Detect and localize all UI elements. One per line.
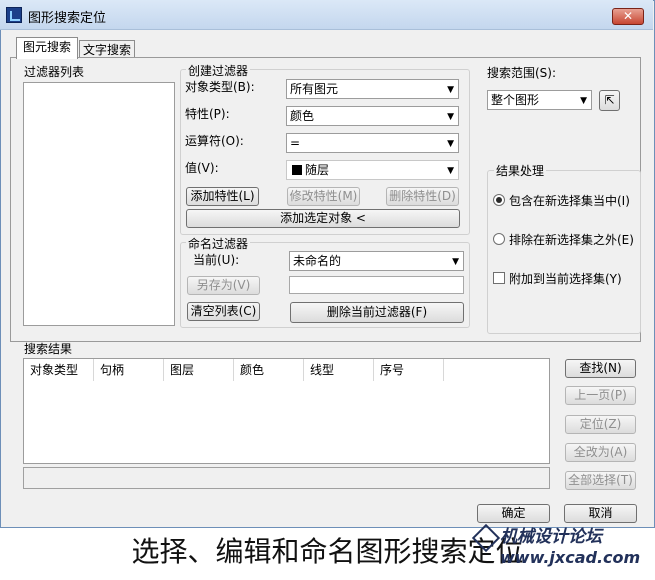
search-scope-label: 搜索范围(S): (487, 66, 557, 80)
value-dropdown[interactable]: 随层 ▼ (286, 160, 459, 180)
exclude-from-selection-radio[interactable] (493, 233, 505, 245)
previous-page-button[interactable]: 上一页(P) (565, 386, 636, 405)
operator-value: = (290, 136, 301, 150)
select-all-button[interactable]: 全部选择(T) (565, 471, 636, 490)
column-header[interactable]: 图层 (164, 359, 234, 381)
tab-element-search[interactable]: 图元搜索 (16, 37, 78, 59)
chevron-down-icon: ▼ (580, 96, 587, 106)
value-label: 值(V): (185, 161, 219, 175)
append-to-selection-label: 附加到当前选择集(Y) (509, 272, 622, 286)
object-type-dropdown[interactable]: 所有图元 ▼ (286, 79, 459, 99)
select-objects-button[interactable]: ⇱ (599, 90, 620, 111)
chevron-down-icon: ▼ (447, 85, 454, 95)
window-title: 图形搜索定位 (28, 11, 107, 26)
property-label: 特性(P): (185, 107, 230, 121)
status-field (23, 467, 550, 489)
delete-current-filter-button[interactable]: 删除当前过滤器(F) (290, 302, 464, 323)
clear-list-button[interactable]: 清空列表(C) (187, 302, 260, 321)
chevron-down-icon: ▼ (447, 112, 454, 122)
chevron-down-icon: ▼ (447, 139, 454, 149)
current-filter-dropdown[interactable]: 未命名的 ▼ (289, 251, 464, 271)
operator-dropdown[interactable]: = ▼ (286, 133, 459, 153)
property-value: 颜色 (290, 109, 315, 123)
filter-list-label: 过滤器列表 (24, 65, 85, 79)
watermark-name: 机械设计论坛 (500, 527, 602, 547)
modify-property-button[interactable]: 修改特性(M) (287, 187, 360, 206)
app-icon (6, 7, 22, 23)
property-dropdown[interactable]: 颜色 ▼ (286, 106, 459, 126)
object-type-label: 对象类型(B): (185, 80, 255, 94)
locate-button[interactable]: 定位(Z) (565, 415, 636, 434)
value-value: 随层 (305, 163, 330, 177)
operator-label: 运算符(O): (185, 134, 244, 148)
include-in-selection-label: 包含在新选择集当中(I) (509, 194, 630, 208)
cancel-button[interactable]: 取消 (564, 504, 637, 523)
chevron-down-icon: ▼ (447, 166, 454, 176)
current-filter-value: 未命名的 (293, 254, 342, 268)
save-as-button[interactable]: 另存为(V) (187, 276, 260, 295)
add-property-button[interactable]: 添加特性(L) (186, 187, 259, 206)
column-header[interactable]: 颜色 (234, 359, 304, 381)
append-to-selection-checkbox[interactable] (493, 272, 505, 284)
exclude-from-selection-label: 排除在新选择集之外(E) (509, 233, 634, 247)
result-handling-title: 结果处理 (494, 162, 547, 179)
chevron-down-icon: ▼ (452, 257, 459, 267)
filter-list[interactable] (23, 82, 175, 326)
column-header[interactable]: 句柄 (94, 359, 164, 381)
replace-all-button[interactable]: 全改为(A) (565, 443, 636, 462)
column-header[interactable]: 序号 (374, 359, 444, 381)
find-button[interactable]: 查找(N) (565, 359, 636, 378)
current-filter-label: 当前(U): (193, 253, 240, 267)
cursor-select-icon: ⇱ (604, 93, 615, 107)
save-as-name-field[interactable] (289, 276, 464, 294)
search-scope-dropdown[interactable]: 整个图形 ▼ (487, 90, 592, 110)
column-header[interactable]: 线型 (304, 359, 374, 381)
ok-button[interactable]: 确定 (477, 504, 550, 523)
close-button[interactable]: ✕ (612, 8, 644, 25)
include-in-selection-radio[interactable] (493, 194, 505, 206)
create-filter-title: 创建过滤器 (186, 62, 251, 79)
search-scope-value: 整个图形 (491, 93, 540, 107)
search-results-table[interactable]: 对象类型 句柄 图层 颜色 线型 序号 (23, 358, 550, 464)
watermark-url: www.jxcad.com (500, 548, 641, 567)
search-results-label: 搜索结果 (24, 342, 73, 356)
object-type-value: 所有图元 (290, 82, 339, 96)
color-swatch-icon (292, 165, 302, 175)
delete-property-button[interactable]: 删除特性(D) (386, 187, 459, 206)
add-selected-objects-button[interactable]: 添加选定对象 < (186, 209, 460, 228)
column-header[interactable]: 对象类型 (24, 359, 94, 381)
named-filter-title: 命名过滤器 (186, 235, 251, 252)
